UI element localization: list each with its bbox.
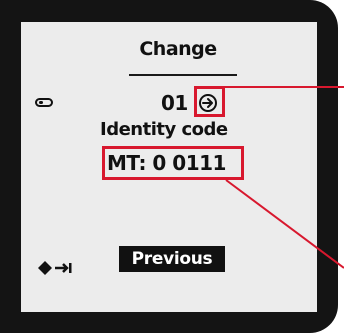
callout-lines xyxy=(225,86,344,269)
